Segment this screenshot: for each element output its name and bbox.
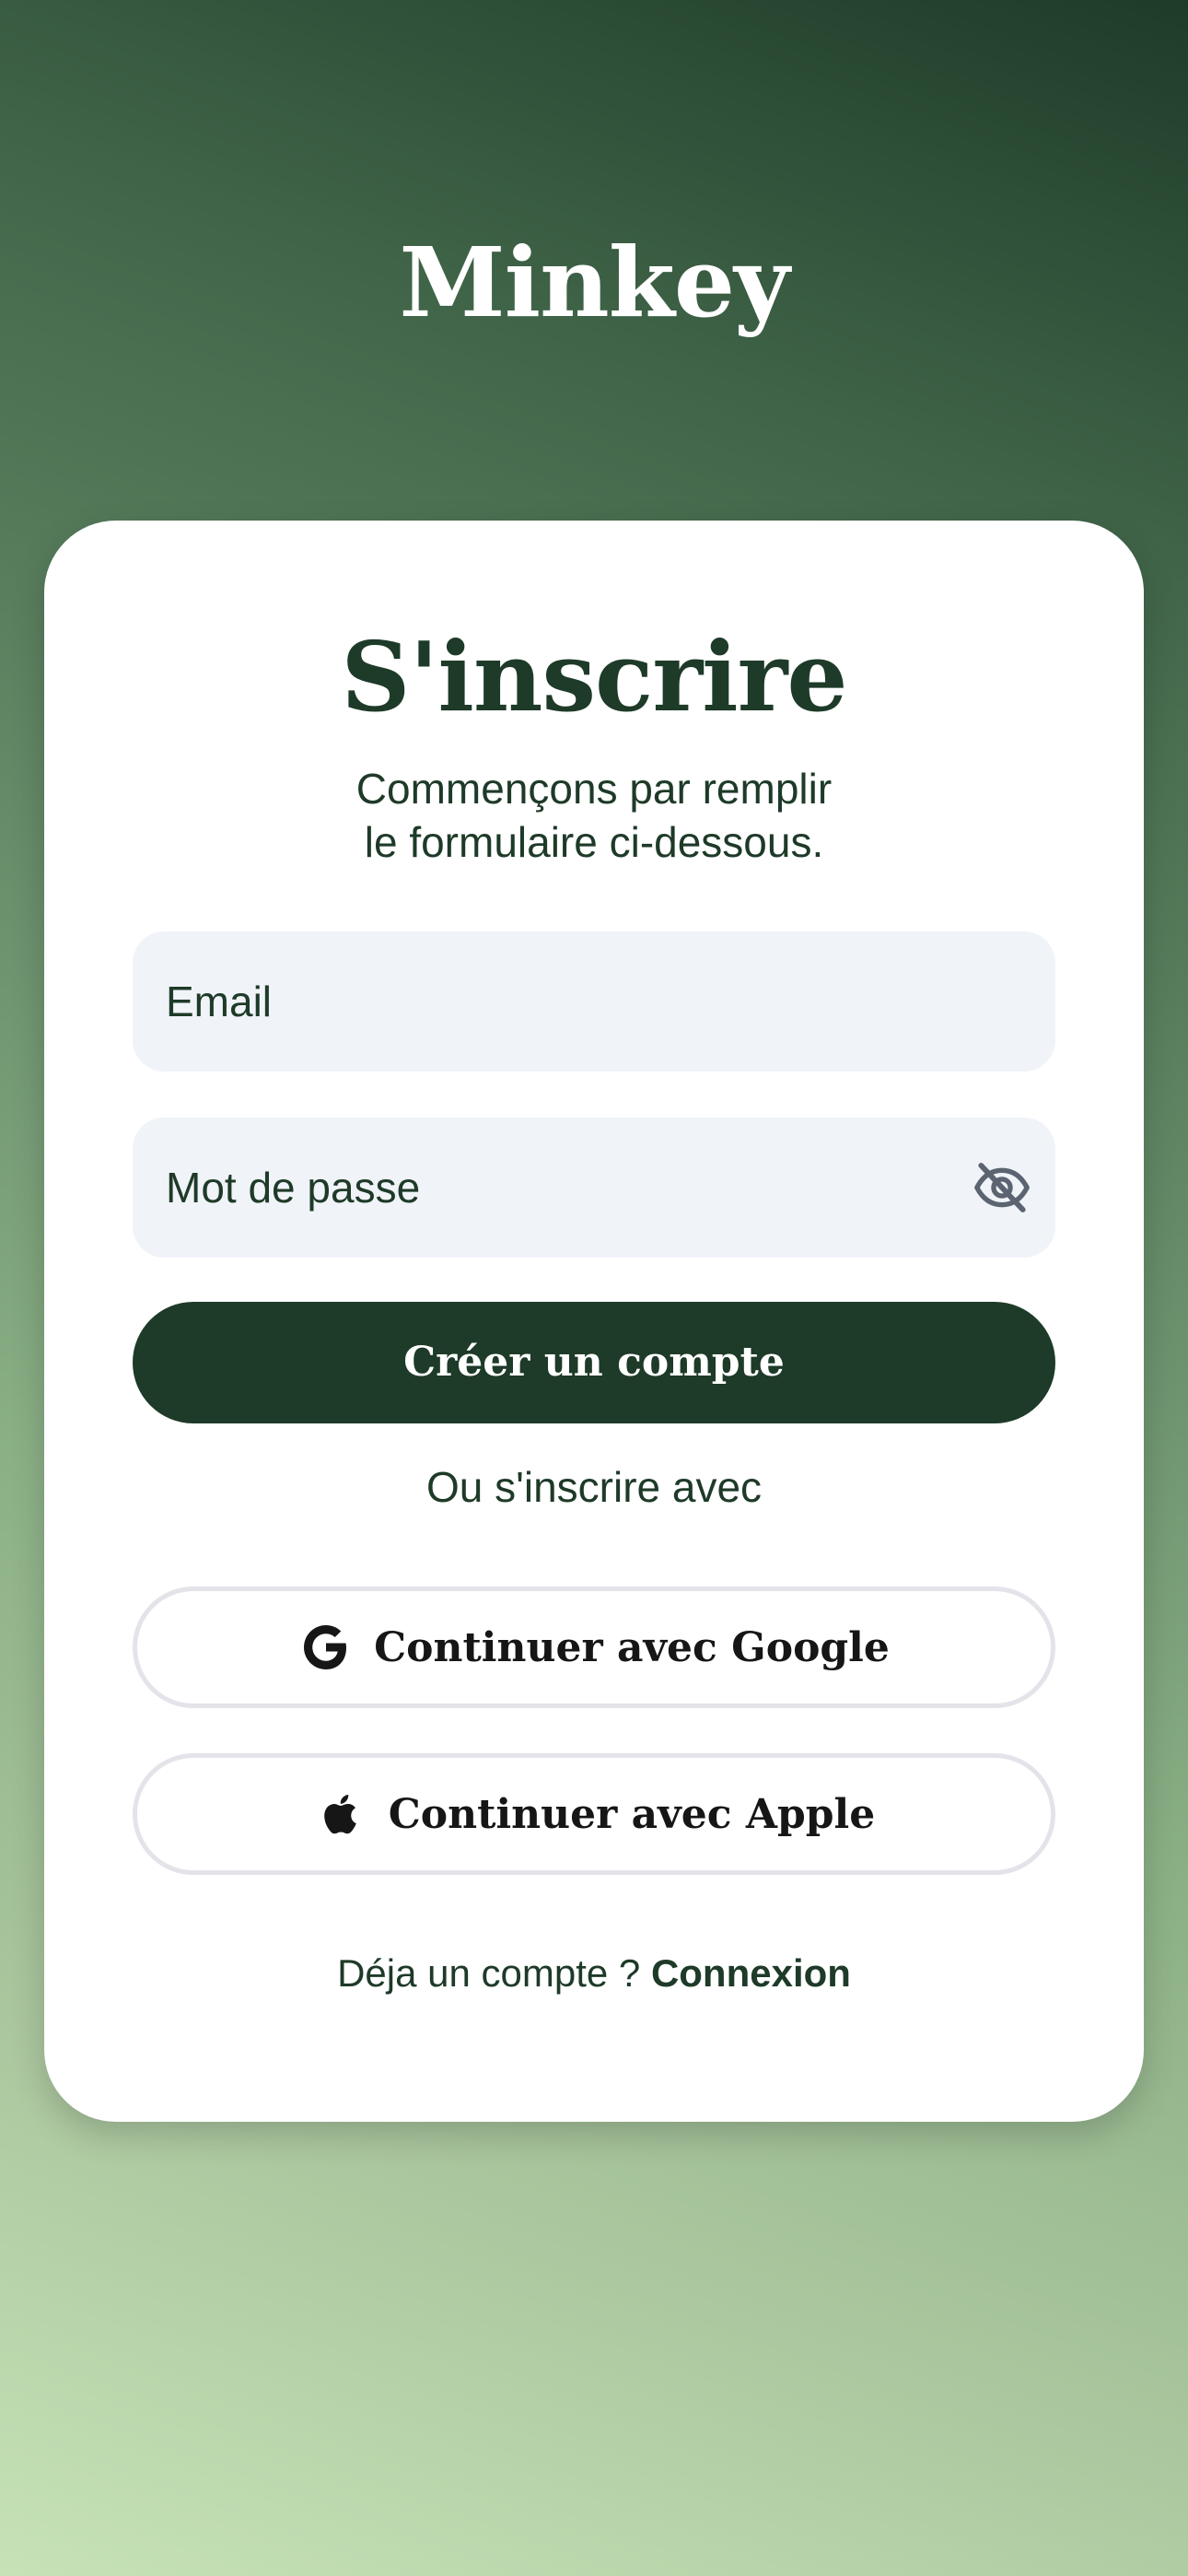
email-placeholder: Email bbox=[166, 978, 273, 1025]
signup-card: S'inscrire Commençons par remplir le for… bbox=[44, 521, 1144, 2122]
login-prompt: Déja un compte ? Connexion bbox=[44, 1954, 1144, 1993]
subtitle-line-1: Commençons par remplir bbox=[355, 765, 833, 813]
google-icon bbox=[304, 1625, 347, 1669]
apple-icon bbox=[323, 1795, 356, 1834]
page-subtitle: Commençons par remplir le formulaire ci-… bbox=[44, 762, 1144, 869]
or-signup-with-text: Ou s'inscrire avec bbox=[425, 1463, 763, 1511]
apple-signin-button[interactable]: Continuer avec Apple bbox=[133, 1753, 1055, 1875]
login-link[interactable]: Connexion bbox=[651, 1951, 851, 1995]
google-signin-button[interactable]: Continuer avec Google bbox=[133, 1587, 1055, 1708]
email-field[interactable]: Email bbox=[133, 931, 1055, 1071]
eye-off-icon[interactable] bbox=[973, 1158, 1031, 1217]
page-title: S'inscrire bbox=[341, 620, 847, 733]
app-logo: Minkey bbox=[399, 226, 790, 339]
create-account-button[interactable]: Créer un compte bbox=[133, 1302, 1055, 1423]
password-field[interactable]: Mot de passe bbox=[133, 1118, 1055, 1258]
apple-button-label: Continuer avec Apple bbox=[388, 1790, 876, 1838]
subtitle-line-2: le formulaire ci-dessous. bbox=[364, 818, 824, 866]
login-prompt-text: Déja un compte ? bbox=[337, 1951, 641, 1995]
password-placeholder: Mot de passe bbox=[166, 1164, 421, 1212]
google-button-label: Continuer avec Google bbox=[374, 1623, 890, 1671]
